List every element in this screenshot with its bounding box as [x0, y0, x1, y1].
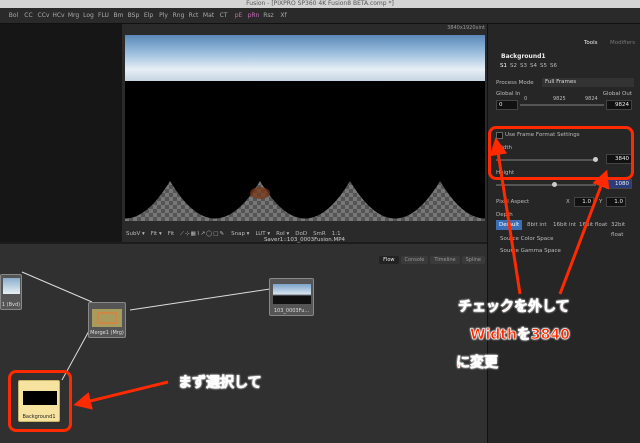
annotation-arrows	[73, 137, 610, 410]
annotation-uncheck-line1: チェックを外して	[458, 299, 570, 316]
annotation-uncheck-line2: Widthを3840	[470, 327, 570, 344]
annotation-select-first: まず選択して	[178, 375, 262, 392]
annotation-uncheck-line3: に変更	[456, 355, 499, 372]
